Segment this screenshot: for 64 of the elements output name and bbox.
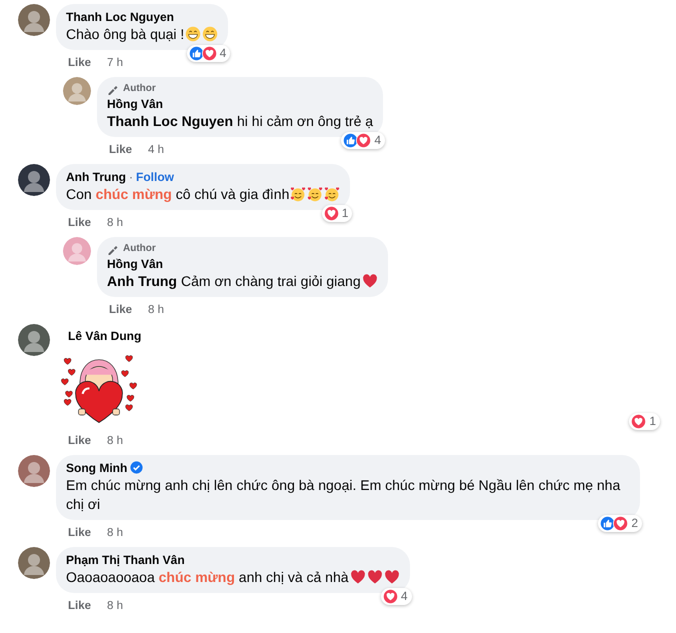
commenter-name[interactable]: Hồng Vân (107, 96, 163, 112)
avatar (18, 324, 50, 356)
author-label: Author (123, 82, 156, 96)
timestamp[interactable]: 7 h (107, 57, 124, 70)
commenter-name[interactable]: Phạm Thị Thanh Vân (66, 552, 185, 568)
like-link[interactable]: Like (68, 217, 92, 230)
grin-emoji-icon (202, 26, 218, 42)
smiling-hearts-emoji-icon (290, 186, 306, 202)
reaction-count: 1 (649, 414, 656, 429)
timestamp[interactable]: 8 h (107, 217, 124, 230)
timestamp[interactable]: 8 h (107, 600, 124, 613)
reactions-summary[interactable]: 4 (186, 45, 230, 62)
like-link[interactable]: Like (68, 600, 92, 613)
heart-emoji-icon (366, 569, 383, 585)
comment-text: Con chúc mừng cô chú và gia đình (66, 186, 290, 202)
reactions-summary[interactable]: 4 (380, 588, 412, 605)
avatar (63, 237, 91, 265)
avatar (18, 4, 50, 36)
separator: · (129, 170, 133, 184)
reaction-count: 2 (631, 516, 638, 531)
reactions-summary[interactable]: 4 (341, 132, 386, 149)
commenter-name[interactable]: Song Minh (66, 460, 128, 476)
timestamp[interactable]: 4 h (148, 144, 164, 157)
like-link[interactable]: Like (68, 527, 92, 540)
like-link[interactable]: Like (68, 435, 92, 448)
avatar (18, 547, 50, 579)
commenter-name[interactable]: Lê Vân Dung (68, 328, 142, 344)
commenter-name[interactable]: Hồng Vân (107, 256, 163, 272)
heart-emoji-icon (362, 273, 378, 289)
follow-link[interactable]: Follow (136, 170, 174, 184)
reaction-count: 4 (220, 46, 226, 61)
avatar (18, 164, 50, 196)
like-link[interactable]: Like (68, 57, 92, 70)
mention-link[interactable]: Anh Trung (107, 273, 177, 289)
mention-link[interactable]: Thanh Loc Nguyen (107, 113, 233, 129)
reaction-count: 4 (374, 133, 382, 148)
timestamp[interactable]: 8 h (148, 304, 164, 317)
like-link[interactable]: Like (109, 304, 132, 317)
heart-emoji-icon (350, 569, 366, 585)
smiling-hearts-emoji-icon (307, 186, 324, 202)
reaction-count: 1 (342, 206, 348, 221)
like-link[interactable]: Like (109, 144, 132, 157)
comment-text: Oaoaoaooaoa chúc mừng anh chị và cả nhà (66, 569, 349, 585)
timestamp[interactable]: 8 h (107, 435, 124, 448)
author-label: Author (123, 242, 156, 256)
avatar (63, 77, 91, 105)
timestamp[interactable]: 8 h (107, 527, 124, 540)
comment-text: Chào ông bà quại ! (66, 26, 184, 42)
pen-icon (107, 83, 119, 95)
pen-icon (107, 243, 119, 255)
heart-emoji-icon (384, 569, 400, 585)
reaction-count: 4 (400, 589, 408, 604)
commenter-name[interactable]: Anh Trung (66, 169, 126, 185)
commenter-name[interactable]: Thanh Loc Nguyen (66, 9, 174, 25)
reactions-summary[interactable]: 1 (629, 413, 660, 430)
comment-text: Em chúc mừng anh chị lên chức ông bà ngoại. Em chúc mừng bé Ngầu lên chức mẹ nha chị ơi (66, 477, 620, 512)
smiling-hearts-emoji-icon (324, 186, 340, 202)
reactions-summary[interactable]: 2 (598, 515, 642, 532)
grin-emoji-icon (185, 26, 202, 42)
avatar (18, 455, 50, 487)
reactions-summary[interactable]: 1 (322, 205, 352, 222)
comment-text: Cảm ơn chàng trai giỏi giang (181, 273, 361, 289)
like-icon (188, 46, 204, 61)
comment-text: hi hi cảm ơn ông trẻ ạ (237, 113, 374, 129)
